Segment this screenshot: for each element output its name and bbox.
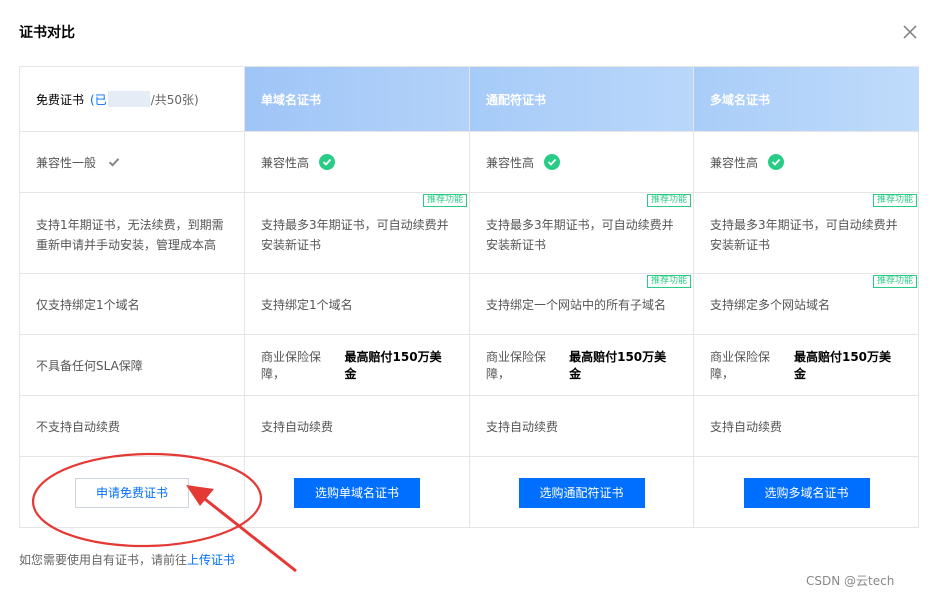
auto-renew-text: 支持自动续费 xyxy=(486,419,559,434)
sla-strong: 最高赔付150万美金 xyxy=(569,350,667,381)
upload-cert-link[interactable]: 上传证书 xyxy=(187,553,235,567)
compat-cell: 兼容性高 xyxy=(694,132,919,193)
sla-cell: 商业保险保障， 最高赔付150万美金 xyxy=(245,335,469,396)
compat-cell: 兼容性高 xyxy=(470,132,693,193)
header-multi-domain: 多域名证书 xyxy=(694,67,919,132)
action-cell: 选购通配符证书 xyxy=(470,457,693,528)
renew-text: 支持最多3年期证书，可自动续费并安装新证书 xyxy=(261,218,449,252)
quota-redacted xyxy=(107,91,150,107)
sla-prefix: 商业保险保障， xyxy=(486,350,547,381)
sla-text: 不具备任何SLA保障 xyxy=(36,358,143,373)
header-single-domain: 单域名证书 xyxy=(245,67,469,132)
sla-cell: 不具备任何SLA保障 xyxy=(20,335,244,396)
check-circle-icon xyxy=(768,154,785,170)
domain-text: 支持绑定一个网站中的所有子域名 xyxy=(486,297,667,312)
action-cell: 选购单域名证书 xyxy=(245,457,469,528)
sla-cell: 商业保险保障， 最高赔付150万美金 xyxy=(470,335,693,396)
dialog-title: 证书对比 xyxy=(19,25,75,41)
recommend-badge: 推荐功能 xyxy=(422,194,467,207)
header-free: 免费证书 (已 /共50张) xyxy=(20,67,244,132)
check-icon xyxy=(108,156,120,168)
domain-text: 仅支持绑定1个域名 xyxy=(36,297,140,312)
auto-renew-cell: 不支持自动续费 xyxy=(20,396,244,457)
compat-text: 兼容性高 xyxy=(710,155,759,170)
recommend-badge: 推荐功能 xyxy=(872,275,917,288)
domain-cell: 仅支持绑定1个域名 xyxy=(20,274,244,335)
recommend-badge: 推荐功能 xyxy=(646,194,691,207)
domain-text: 支持绑定多个网站域名 xyxy=(710,297,831,312)
watermark: CSDN @云tech xyxy=(806,574,895,588)
auto-renew-text: 支持自动续费 xyxy=(710,419,783,434)
auto-renew-cell: 支持自动续费 xyxy=(694,396,919,457)
renew-cell: 推荐功能 支持最多3年期证书，可自动续费并安装新证书 xyxy=(245,193,469,274)
close-button[interactable] xyxy=(903,24,921,42)
sla-cell: 商业保险保障， 最高赔付150万美金 xyxy=(694,335,919,396)
header-label: 通配符证书 xyxy=(486,92,547,107)
auto-renew-cell: 支持自动续费 xyxy=(470,396,693,457)
header-label: 多域名证书 xyxy=(710,92,771,107)
auto-renew-text: 支持自动续费 xyxy=(261,419,334,434)
quota-suffix: /共50张) xyxy=(150,92,199,107)
renew-text: 支持最多3年期证书，可自动续费并安装新证书 xyxy=(486,218,674,252)
comparison-table: 免费证书 (已 /共50张) 兼容性一般 支持1年期证书，无法续费，到期需重新申… xyxy=(19,66,919,528)
recommend-badge: 推荐功能 xyxy=(646,275,691,288)
renew-cell: 支持1年期证书，无法续费，到期需重新申请并手动安装，管理成本高 xyxy=(20,193,244,274)
domain-cell: 推荐功能 支持绑定多个网站域名 xyxy=(694,274,919,335)
column-single-domain: 单域名证书 兼容性高 推荐功能 支持最多3年期证书，可自动续费并安装新证书 支持… xyxy=(245,67,470,527)
header-wildcard: 通配符证书 xyxy=(470,67,693,132)
sla-strong: 最高赔付150万美金 xyxy=(793,350,892,381)
column-free: 免费证书 (已 /共50张) 兼容性一般 支持1年期证书，无法续费，到期需重新申… xyxy=(20,67,245,527)
buy-single-domain-button[interactable]: 选购单域名证书 xyxy=(294,477,420,508)
sla-prefix: 商业保险保障， xyxy=(261,350,322,381)
close-icon xyxy=(903,25,917,39)
buy-multi-domain-button[interactable]: 选购多域名证书 xyxy=(743,477,870,508)
sla-strong: 最高赔付150万美金 xyxy=(344,350,442,381)
buy-wildcard-button[interactable]: 选购通配符证书 xyxy=(518,477,645,508)
renew-cell: 推荐功能 支持最多3年期证书，可自动续费并安装新证书 xyxy=(470,193,693,274)
action-cell: 选购多域名证书 xyxy=(694,457,919,528)
footer-note-text: 如您需要使用自有证书，请前往 xyxy=(19,553,188,567)
domain-cell: 推荐功能 支持绑定一个网站中的所有子域名 xyxy=(470,274,693,335)
column-wildcard: 通配符证书 兼容性高 推荐功能 支持最多3年期证书，可自动续费并安装新证书 推荐… xyxy=(470,67,694,527)
compat-text: 兼容性高 xyxy=(261,155,310,170)
header-label: 免费证书 xyxy=(36,92,85,107)
renew-cell: 推荐功能 支持最多3年期证书，可自动续费并安装新证书 xyxy=(694,193,919,274)
auto-renew-cell: 支持自动续费 xyxy=(245,396,469,457)
action-cell: 申请免费证书 xyxy=(20,457,244,528)
check-circle-icon xyxy=(544,154,561,170)
compat-text: 兼容性高 xyxy=(486,155,535,170)
compat-cell: 兼容性一般 xyxy=(20,132,244,193)
renew-text: 支持最多3年期证书，可自动续费并安装新证书 xyxy=(710,218,898,252)
compat-cell: 兼容性高 xyxy=(245,132,469,193)
quota-prefix: (已 xyxy=(90,92,107,107)
footer-note: 如您需要使用自有证书，请前往上传证书 xyxy=(19,551,235,568)
domain-text: 支持绑定1个域名 xyxy=(261,297,353,312)
domain-cell: 支持绑定1个域名 xyxy=(245,274,469,335)
apply-free-cert-button[interactable]: 申请免费证书 xyxy=(75,477,189,508)
renew-text: 支持1年期证书，无法续费，到期需重新申请并手动安装，管理成本高 xyxy=(36,218,224,252)
compat-text: 兼容性一般 xyxy=(36,155,97,170)
header-label: 单域名证书 xyxy=(261,92,322,107)
recommend-badge: 推荐功能 xyxy=(872,194,917,207)
auto-renew-text: 不支持自动续费 xyxy=(36,419,121,434)
sla-prefix: 商业保险保障， xyxy=(710,350,771,381)
check-circle-icon xyxy=(319,154,336,170)
column-multi-domain: 多域名证书 兼容性高 推荐功能 支持最多3年期证书，可自动续费并安装新证书 推荐… xyxy=(694,67,919,527)
